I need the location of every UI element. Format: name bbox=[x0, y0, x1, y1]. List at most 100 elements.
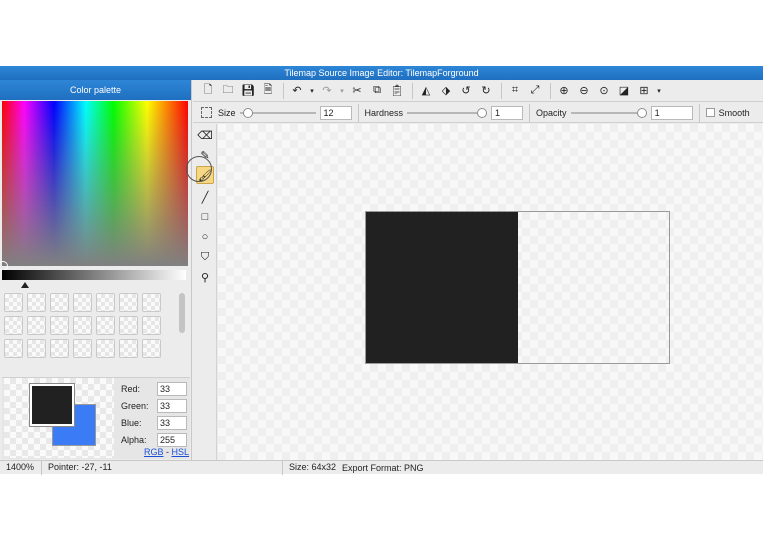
hardness-input[interactable]: 1 bbox=[491, 105, 524, 120]
new-file-icon[interactable]: 🗋 bbox=[199, 82, 217, 100]
red-input[interactable]: 33 bbox=[157, 381, 187, 396]
paste-icon[interactable]: 📋︎ bbox=[388, 82, 406, 100]
swatch-grid bbox=[4, 293, 174, 368]
palette-swatch[interactable] bbox=[142, 316, 161, 335]
size-option: Size 12 bbox=[218, 103, 352, 123]
rotate-right-icon[interactable]: ↻ bbox=[477, 82, 495, 100]
ellipse-icon[interactable]: ○ bbox=[196, 228, 214, 246]
toolbar-divider bbox=[412, 82, 413, 99]
grid-dropdown-icon[interactable]: ▾ bbox=[655, 82, 663, 100]
palette-scrollbar[interactable] bbox=[179, 293, 185, 333]
palette-swatch[interactable] bbox=[27, 293, 46, 312]
blue-label: Blue: bbox=[121, 417, 142, 428]
rgba-fields: Red: 33 Green: 33 Blue: 33 Alpha: 255 bbox=[121, 380, 191, 448]
redo-icon[interactable]: ↷ bbox=[318, 82, 336, 100]
hsl-mode-link[interactable]: HSL bbox=[172, 447, 190, 457]
hardness-option: Hardness 1 bbox=[365, 103, 524, 123]
hardness-slider[interactable] bbox=[407, 107, 488, 118]
undo-dropdown-icon[interactable]: ▾ bbox=[308, 82, 316, 100]
size-input[interactable]: 12 bbox=[319, 105, 352, 120]
color-preview bbox=[4, 378, 114, 458]
open-folder-icon[interactable]: 🗀 bbox=[219, 82, 237, 100]
save-as-icon[interactable]: 🗎 bbox=[259, 82, 277, 100]
grayscale-strip[interactable] bbox=[2, 270, 186, 280]
zoom-in-icon[interactable]: ⊕ bbox=[555, 82, 573, 100]
opacity-input[interactable]: 1 bbox=[650, 105, 693, 120]
main-toolbar: 🗋 🗀 💾︎ 🗎 ↶ ▾ ↷ ▾ ✂ ⧉ 📋︎ ◭ ⬗ ↺ ↻ ⌗ ⤢ ⊕ ⊖ … bbox=[193, 80, 763, 102]
options-bar: Size 12 Hardness 1 Opacity 1 Smooth bbox=[193, 103, 763, 123]
palette-swatch[interactable] bbox=[4, 316, 23, 335]
copy-icon[interactable]: ⧉ bbox=[368, 82, 386, 100]
size-slider-knob[interactable] bbox=[242, 107, 253, 118]
size-slider[interactable] bbox=[239, 107, 316, 118]
size-status: Size: 64x32 bbox=[289, 461, 337, 472]
rectangle-icon[interactable]: □ bbox=[196, 208, 214, 226]
contrast-icon[interactable]: ◪ bbox=[615, 82, 633, 100]
cut-icon[interactable]: ✂ bbox=[348, 82, 366, 100]
pointer-status: Pointer: -27, -11 bbox=[42, 460, 283, 475]
palette-swatch[interactable] bbox=[27, 339, 46, 358]
palette-swatch[interactable] bbox=[27, 316, 46, 335]
palette-swatch[interactable] bbox=[73, 339, 92, 358]
blue-input[interactable]: 33 bbox=[157, 415, 187, 430]
palette-swatch[interactable] bbox=[50, 293, 69, 312]
palette-swatch[interactable] bbox=[119, 339, 138, 358]
palette-swatch[interactable] bbox=[50, 316, 69, 335]
palette-header: Color palette bbox=[0, 80, 191, 100]
foreground-color-swatch[interactable] bbox=[29, 383, 75, 427]
palette-swatch[interactable] bbox=[4, 339, 23, 358]
alpha-input[interactable]: 255 bbox=[157, 432, 187, 447]
painted-region bbox=[366, 212, 518, 363]
palette-swatch[interactable] bbox=[96, 339, 115, 358]
fill-bucket-icon[interactable]: ⛉ bbox=[196, 248, 214, 266]
palette-swatch[interactable] bbox=[119, 293, 138, 312]
palette-swatch[interactable] bbox=[96, 293, 115, 312]
palette-swatch[interactable] bbox=[96, 316, 115, 335]
resize-icon[interactable]: ⤢ bbox=[526, 82, 544, 100]
tool-column: ⌫ ✎ 🖌︎ ╱ □ ○ ⛉ ⚲ bbox=[186, 124, 217, 460]
image-canvas[interactable] bbox=[365, 211, 670, 364]
hardness-slider-knob[interactable] bbox=[477, 107, 488, 118]
opacity-label: Opacity bbox=[536, 107, 567, 118]
grid-icon[interactable]: ⊞ bbox=[635, 82, 653, 100]
flip-horizontal-icon[interactable]: ◭ bbox=[417, 82, 435, 100]
palette-swatch[interactable] bbox=[4, 293, 23, 312]
color-spectrum[interactable] bbox=[0, 101, 188, 271]
flip-vertical-icon[interactable]: ⬗ bbox=[437, 82, 455, 100]
palette-swatch[interactable] bbox=[142, 339, 161, 358]
hardness-label: Hardness bbox=[364, 107, 404, 118]
save-icon[interactable]: 💾︎ bbox=[239, 82, 257, 100]
grayscale-pointer[interactable] bbox=[21, 282, 29, 288]
export-format-status: Export Format: PNG bbox=[342, 462, 424, 473]
redo-dropdown-icon[interactable]: ▾ bbox=[338, 82, 346, 100]
opacity-slider-knob[interactable] bbox=[636, 107, 647, 118]
canvas-area[interactable] bbox=[218, 124, 763, 460]
editor-window: Tilemap Source Image Editor: TilemapForg… bbox=[0, 66, 763, 475]
green-label: Green: bbox=[121, 400, 149, 411]
alpha-label: Alpha: bbox=[121, 434, 147, 445]
opacity-slider[interactable] bbox=[570, 107, 647, 118]
crop-icon[interactable]: ⌗ bbox=[506, 82, 524, 100]
palette-swatch[interactable] bbox=[119, 316, 138, 335]
undo-icon[interactable]: ↶ bbox=[288, 82, 306, 100]
rgb-mode-link[interactable]: RGB bbox=[144, 447, 164, 457]
color-palette-panel: Color palette Red: 33 Green: 33 Blue: 33… bbox=[0, 80, 192, 460]
zoom-out-icon[interactable]: ⊖ bbox=[575, 82, 593, 100]
smooth-checkbox[interactable] bbox=[705, 108, 715, 117]
palette-swatch[interactable] bbox=[73, 293, 92, 312]
palette-swatch[interactable] bbox=[50, 339, 69, 358]
rotate-left-icon[interactable]: ↺ bbox=[457, 82, 475, 100]
opacity-option: Opacity 1 bbox=[536, 103, 693, 123]
eyedropper-icon[interactable]: ⚲ bbox=[196, 268, 214, 286]
palette-swatch[interactable] bbox=[142, 293, 161, 312]
size-label: Size bbox=[218, 107, 236, 118]
green-input[interactable]: 33 bbox=[157, 398, 187, 413]
line-icon[interactable]: ╱ bbox=[196, 188, 214, 206]
options-divider bbox=[698, 103, 700, 122]
smooth-option[interactable]: Smooth bbox=[705, 103, 754, 123]
eraser-icon[interactable]: ⌫ bbox=[196, 126, 214, 144]
color-mode-links: RGB - HSL bbox=[144, 447, 189, 457]
zoom-fit-icon[interactable]: ⊙ bbox=[595, 82, 613, 100]
selection-icon[interactable] bbox=[201, 107, 212, 118]
palette-swatch[interactable] bbox=[73, 316, 92, 335]
